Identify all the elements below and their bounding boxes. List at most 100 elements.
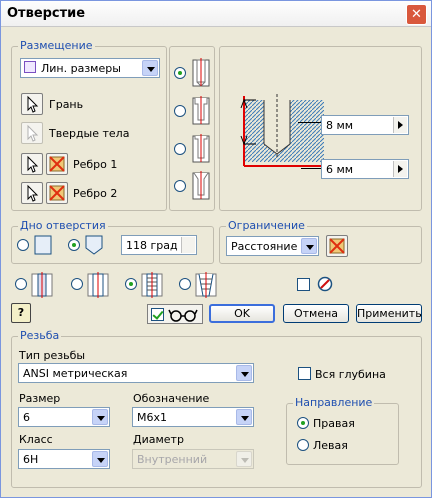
solids-label: Твердые тела	[49, 127, 130, 140]
edge1-select-button[interactable]	[21, 153, 43, 175]
termination-select[interactable]: Расстояние	[226, 236, 319, 256]
spotface-hole-icon	[192, 134, 210, 163]
chevron-down-icon	[301, 238, 317, 254]
hole-dialog: Отверстие ✕ Размещение Лин. размеры Гран…	[0, 0, 432, 498]
solids-select-button	[21, 122, 43, 144]
cancel-button[interactable]: Отмена	[283, 304, 349, 323]
hole-type-simple-radio[interactable]	[174, 67, 186, 79]
distance-value: 6 мм	[326, 163, 354, 176]
distance-input[interactable]: 6 мм	[321, 159, 409, 179]
title-bar: Отверстие ✕	[1, 1, 431, 27]
simple-drill-icon	[31, 272, 53, 298]
flat-bottom-icon	[34, 235, 52, 255]
countersink-hole-icon	[192, 171, 210, 200]
depth-input[interactable]: 8 мм	[321, 115, 409, 135]
drill-angle-select[interactable]: 118 град	[121, 235, 197, 255]
termination-value: Расстояние	[231, 240, 298, 253]
class-value: 6H	[23, 453, 39, 466]
thread-group-label: Резьба	[18, 329, 62, 342]
hole-style-tapped-radio[interactable]	[125, 278, 137, 290]
thread-type-label: Тип резьбы	[19, 349, 86, 362]
flip-direction-icon	[49, 185, 65, 201]
compass-icon[interactable]	[317, 276, 333, 292]
left-hand-label: Левая	[313, 439, 348, 452]
diameter-value: Внутренний	[137, 453, 208, 466]
chevron-down-icon	[236, 365, 252, 381]
full-depth-checkbox[interactable]	[298, 367, 311, 380]
help-button[interactable]: ?	[11, 303, 31, 323]
flip-direction-icon	[49, 156, 65, 172]
angle-bottom-radio[interactable]	[68, 239, 80, 251]
hole-style-simple-radio[interactable]	[15, 278, 27, 290]
depth-value: 8 мм	[326, 119, 354, 132]
placement-method-select[interactable]: Лин. размеры	[20, 58, 160, 78]
designation-label: Обозначение	[133, 392, 210, 405]
cursor-arrow-icon	[27, 95, 39, 113]
diameter-label: Диаметр	[133, 433, 184, 446]
glasses-icon	[168, 309, 198, 322]
cursor-arrow-icon	[27, 155, 39, 173]
size-select[interactable]: 6	[18, 407, 110, 427]
drill-angle-value: 118 град	[126, 239, 178, 252]
simple-hole-icon	[192, 58, 210, 87]
tapped-hole-icon	[141, 272, 163, 298]
class-select[interactable]: 6H	[18, 449, 110, 469]
hole-type-countersink-radio[interactable]	[174, 180, 186, 192]
depth-leader-line	[298, 122, 321, 123]
angle-bottom-icon	[85, 235, 103, 255]
hole-type-counterbore-radio[interactable]	[174, 105, 186, 117]
edge1-label: Ребро 1	[73, 158, 118, 171]
flat-bottom-radio[interactable]	[17, 239, 29, 251]
cursor-arrow-icon	[27, 184, 39, 202]
placement-group-label: Размещение	[18, 39, 95, 52]
edge1-flip-button[interactable]	[46, 153, 68, 175]
chevron-down-icon	[92, 451, 108, 467]
designation-select[interactable]: M6x1	[132, 407, 254, 427]
termination-flip-button[interactable]	[326, 235, 348, 257]
right-hand-label: Правая	[313, 417, 355, 430]
face-label: Грань	[49, 98, 84, 111]
apply-button[interactable]: Применить	[356, 304, 422, 323]
distance-leader-line	[301, 168, 321, 169]
chevron-right-icon	[181, 237, 195, 253]
drill-point-group-label: Дно отверстия	[18, 219, 108, 232]
linear-dimensions-icon	[24, 61, 36, 73]
edge2-select-button[interactable]	[21, 182, 43, 204]
termination-group-label: Ограничение	[226, 219, 307, 232]
ifeature-checkbox[interactable]	[297, 278, 310, 291]
placement-method-value: Лин. размеры	[41, 62, 121, 75]
class-label: Класс	[19, 433, 53, 446]
direction-group: Направление	[286, 396, 399, 465]
thread-type-select[interactable]: ANSI метрическая	[18, 363, 254, 383]
cursor-arrow-icon	[27, 124, 39, 142]
chevron-down-icon	[236, 451, 252, 467]
edge2-flip-button[interactable]	[46, 182, 68, 204]
ok-button[interactable]: OK	[209, 304, 275, 323]
flip-direction-icon	[329, 238, 345, 254]
preview-toggle[interactable]	[147, 304, 203, 324]
direction-group-label: Направление	[293, 396, 375, 409]
hole-section-preview-icon	[240, 94, 324, 167]
chevron-down-icon	[92, 409, 108, 425]
designation-value: M6x1	[137, 411, 167, 424]
size-label: Размер	[19, 392, 61, 405]
chevron-right-icon	[393, 117, 407, 133]
counterbore-hole-icon	[192, 96, 210, 125]
thread-type-value: ANSI метрическая	[23, 367, 128, 380]
right-hand-radio[interactable]	[297, 417, 309, 429]
close-button[interactable]: ✕	[406, 4, 427, 25]
taper-tapped-icon	[195, 272, 217, 298]
hole-style-tapered-radio[interactable]	[179, 278, 191, 290]
dialog-title: Отверстие	[7, 6, 86, 21]
size-value: 6	[23, 411, 30, 424]
chevron-down-icon	[142, 60, 158, 76]
diameter-select: Внутренний	[132, 449, 254, 469]
preview-checkbox[interactable]	[151, 308, 164, 321]
left-hand-radio[interactable]	[297, 439, 309, 451]
face-select-button[interactable]	[21, 93, 43, 115]
hole-type-spotface-radio[interactable]	[174, 143, 186, 155]
chevron-right-icon	[393, 161, 407, 177]
edge2-label: Ребро 2	[73, 187, 118, 200]
hole-style-clearance-radio[interactable]	[71, 278, 83, 290]
clearance-hole-icon	[87, 272, 109, 298]
